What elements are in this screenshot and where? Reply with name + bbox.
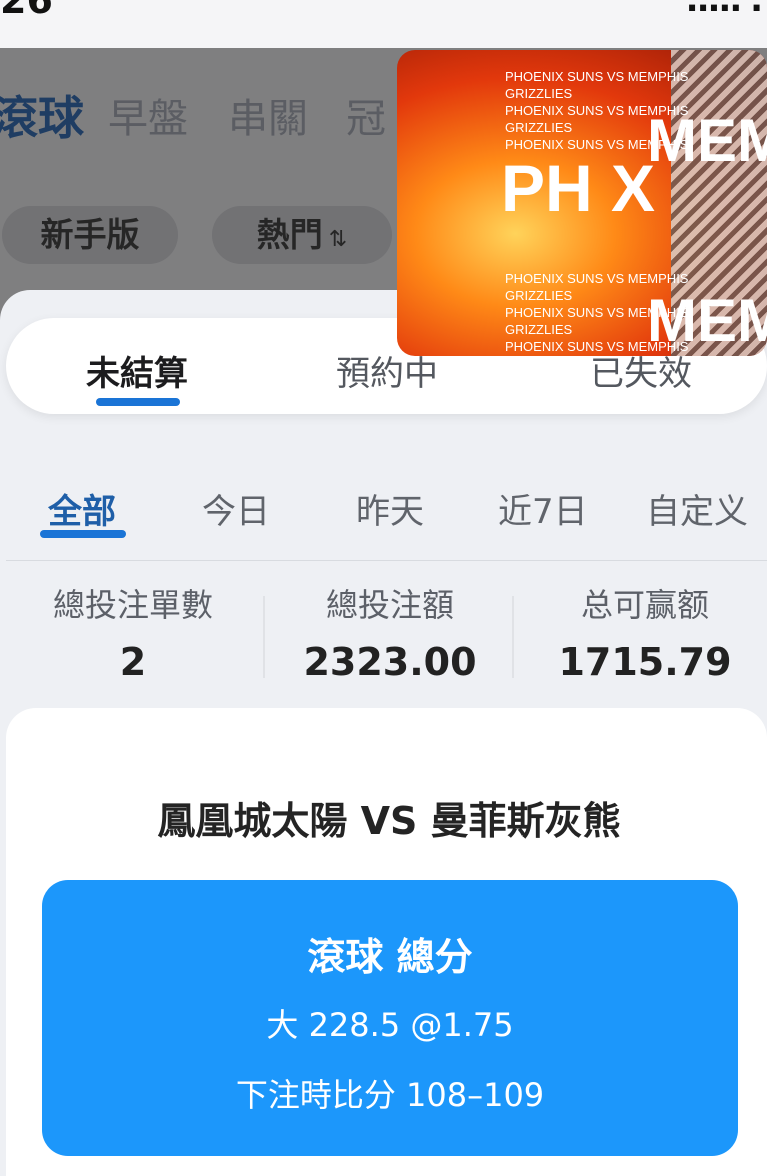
bet-odds: 大 228.5 @1.75 [266, 1006, 514, 1044]
stat-label: 总可赢额 [580, 586, 709, 624]
stat-total-bets: 總投注單數 2 [13, 580, 253, 684]
bet-score: 下注時比分 108–109 [235, 1076, 545, 1114]
status-bar: 26 ..... . [0, 0, 767, 48]
bet-detail-box[interactable]: 滾球 總分 大 228.5 @1.75 下注時比分 108–109 [42, 880, 738, 1156]
date-tab-indicator [40, 530, 126, 538]
stat-label: 總投注單數 [52, 586, 213, 624]
bet-type: 滾球 總分 [307, 935, 473, 979]
tab-parlay[interactable]: 串關 [228, 86, 308, 144]
date-tab-today[interactable]: 今日 [202, 484, 270, 533]
segment-indicator [96, 398, 180, 406]
poster-line: GRIZZLIES [505, 86, 573, 101]
hot-chip-label: 熱門 [256, 215, 323, 254]
status-time: 26 [0, 0, 53, 22]
poster-big-right: MEM [647, 107, 767, 174]
date-tab-yesterday[interactable]: 昨天 [356, 484, 424, 533]
promo-poster-overlay[interactable]: PHOENIX SUNS VS MEMPHIS GRIZZLIES PHOENI… [397, 50, 767, 356]
date-filter-tabs: 全部 今日 昨天 近7日 自定义 [0, 484, 767, 544]
date-tab-all[interactable]: 全部 [48, 484, 116, 533]
tab-early[interactable]: 早盤 [108, 86, 188, 144]
hot-chip[interactable]: 熱門 ⇅ [212, 206, 392, 264]
beginner-chip[interactable]: 新手版 [2, 206, 178, 264]
match-title: 鳳凰城太陽 VS 曼菲斯灰熊 [157, 799, 621, 843]
segment-unsettled[interactable]: 未結算 [86, 346, 188, 395]
divider [6, 560, 767, 561]
date-tab-custom[interactable]: 自定义 [646, 484, 748, 533]
poster-line: PHOENIX SUNS VS MEMPHIS [505, 69, 689, 84]
poster-line: PHOENIX SUNS VS MEMPHIS [505, 271, 689, 286]
tab-live[interactable]: 滾球 [0, 82, 84, 148]
poster-big-right-2: MEM [647, 287, 767, 354]
signal-icon: ..... . [685, 0, 763, 20]
stat-separator [512, 596, 514, 678]
sort-icon: ⇅ [328, 227, 348, 252]
stat-potential-win: 总可赢额 1715.79 [525, 580, 765, 684]
poster-big-left: PH X [501, 151, 656, 225]
beginner-chip-label: 新手版 [40, 215, 140, 254]
stat-total-stake: 總投注額 2323.00 [270, 580, 510, 684]
bet-summary: 總投注單數 2 總投注額 2323.00 总可赢额 1715.79 [0, 580, 767, 690]
stat-label: 總投注額 [325, 586, 454, 624]
stat-value: 2 [119, 640, 147, 684]
stat-value: 1715.79 [558, 640, 732, 684]
tab-champion[interactable]: 冠 [346, 86, 386, 144]
stat-separator [263, 596, 265, 678]
date-tab-7days[interactable]: 近7日 [498, 484, 588, 533]
stat-value: 2323.00 [303, 640, 477, 684]
